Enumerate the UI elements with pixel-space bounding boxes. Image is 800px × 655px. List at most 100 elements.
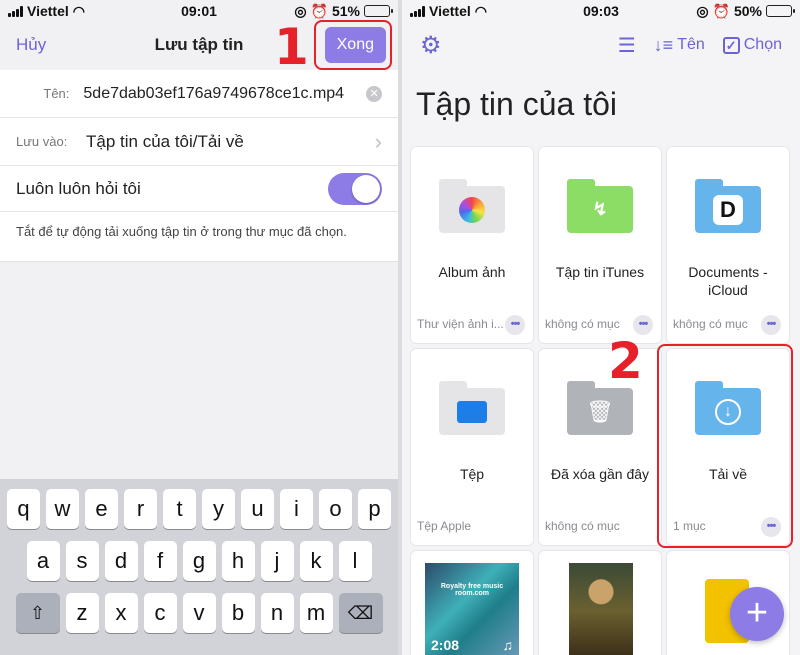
key-y[interactable]: y (202, 489, 235, 529)
key-o[interactable]: o (319, 489, 352, 529)
sort-button[interactable]: ↓≡ Tên (654, 35, 705, 56)
key-k[interactable]: k (299, 541, 333, 581)
more-icon[interactable]: ••• (761, 315, 781, 335)
done-highlight (314, 20, 392, 70)
status-time: 09:01 (181, 3, 217, 19)
file-name-row: Tên: 5de7dab03ef176a9749678ce1c.mp4 ✕ (0, 70, 398, 118)
signal-icon (8, 5, 23, 17)
downloads-highlight (657, 344, 793, 548)
right-screen: Viettel ◠ 09:03 ◎ ⏰ 50% ⚙ ☰ ↓≡ Tên ✓ Chọ… (402, 0, 800, 655)
folder-subtitle: không có mục (545, 317, 620, 331)
key-a[interactable]: a (26, 541, 60, 581)
keyboard: qwertyuiop asdfghjkl ⇧ z x c v b n m ⌫ (0, 479, 398, 655)
photos-flower-icon (459, 196, 485, 223)
usb-icon: ↯ (592, 199, 608, 219)
carrier-label: Viettel (27, 3, 69, 19)
lock-rotation-icon: ◎ (294, 2, 307, 19)
video-thumbnail: Royalty free music room.com 2:08 ♫ (425, 563, 519, 655)
cancel-button[interactable]: Hủy (16, 35, 46, 55)
carrier-label: Viettel (429, 3, 471, 19)
file-video[interactable]: Royalty free music room.com 2:08 ♫ (410, 550, 534, 655)
alarm-icon: ⏰ (712, 2, 730, 19)
key-g[interactable]: g (182, 541, 216, 581)
key-e[interactable]: e (85, 489, 118, 529)
key-h[interactable]: h (221, 541, 255, 581)
key-l[interactable]: l (338, 541, 372, 581)
clear-icon[interactable]: ✕ (366, 85, 382, 102)
folder-subtitle: không có mục (545, 519, 620, 533)
key-p[interactable]: p (358, 489, 391, 529)
key-j[interactable]: j (260, 541, 294, 581)
folder-title: Album ảnh (438, 264, 506, 280)
checkbox-icon: ✓ (722, 36, 740, 54)
folder-recently-deleted[interactable]: 🗑 Đã xóa gần đây không có mục (538, 348, 662, 546)
file-name-input[interactable]: 5de7dab03ef176a9749678ce1c.mp4 (83, 85, 360, 103)
page-title: Tập tin của tôi (416, 86, 617, 122)
select-button[interactable]: ✓ Chọn (722, 36, 782, 54)
lock-rotation-icon: ◎ (696, 2, 709, 19)
step-annotation-2: 2 (608, 332, 643, 390)
key-f[interactable]: f (143, 541, 177, 581)
keyboard-row-2: asdfghjkl (4, 541, 394, 581)
files-app-icon (457, 400, 487, 423)
battery-percent: 50% (733, 3, 762, 19)
always-ask-toggle[interactable] (328, 172, 382, 205)
sort-icon: ↓≡ (653, 34, 674, 55)
add-button[interactable]: + (730, 587, 784, 641)
key-r[interactable]: r (124, 489, 157, 529)
folder-documents-icloud[interactable]: D Documents - iCloud không có mục ••• (666, 146, 790, 344)
folder-album[interactable]: Album ảnh Thư viện ảnh i... ••• (410, 146, 534, 344)
key-w[interactable]: w (46, 489, 79, 529)
alarm-icon: ⏰ (310, 2, 328, 19)
key-m[interactable]: m (299, 593, 333, 633)
key-u[interactable]: u (241, 489, 274, 529)
list-view-icon[interactable]: ☰ (618, 33, 636, 58)
key-d[interactable]: d (104, 541, 138, 581)
folder-itunes[interactable]: ↯ Tập tin iTunes không có mục ••• (538, 146, 662, 344)
step-annotation-1: 1 (274, 18, 309, 76)
save-form: Tên: 5de7dab03ef176a9749678ce1c.mp4 ✕ Lư… (0, 70, 398, 212)
folder-subtitle: Tệp Apple (417, 519, 472, 533)
more-icon[interactable]: ••• (505, 315, 525, 335)
folder-title: Đã xóa gần đây (550, 466, 650, 482)
documents-logo-icon: D (713, 194, 743, 225)
shift-icon[interactable]: ⇧ (15, 593, 60, 633)
files-folder-icon (439, 381, 505, 435)
status-bar: Viettel ◠ 09:03 ◎ ⏰ 50% (402, 0, 800, 22)
save-location-value: Tập tin của tôi/Tải về (86, 131, 244, 151)
folder-title: Tệp (459, 466, 485, 482)
wifi-icon: ◠ (474, 2, 487, 19)
battery-icon (364, 5, 393, 17)
signal-icon (410, 5, 425, 17)
key-s[interactable]: s (65, 541, 99, 581)
toolbar: ⚙ ☰ ↓≡ Tên ✓ Chọn (402, 22, 800, 68)
key-z[interactable]: z (65, 593, 99, 633)
key-v[interactable]: v (182, 593, 216, 633)
gear-icon[interactable]: ⚙ (420, 31, 442, 60)
video-duration: 2:08 (431, 637, 460, 653)
save-location-row[interactable]: Lưu vào: Tập tin của tôi/Tải về › (0, 118, 398, 166)
save-location-label: Lưu vào: (16, 134, 68, 149)
keyboard-row-1: qwertyuiop (4, 489, 394, 529)
folder-subtitle: Thư viện ảnh i... (417, 317, 504, 331)
always-ask-label: Luôn luôn hỏi tôi (16, 178, 141, 198)
itunes-folder-icon: ↯ (567, 179, 633, 233)
always-ask-row: Luôn luôn hỏi tôi (0, 166, 398, 212)
photos-folder-icon (439, 179, 505, 233)
key-c[interactable]: c (143, 593, 177, 633)
documents-folder-icon: D (695, 179, 761, 233)
folder-subtitle: không có mục (673, 317, 748, 331)
key-i[interactable]: i (280, 489, 313, 529)
folder-files[interactable]: Tệp Tệp Apple (410, 348, 534, 546)
key-q[interactable]: q (7, 489, 40, 529)
key-x[interactable]: x (104, 593, 138, 633)
key-n[interactable]: n (260, 593, 294, 633)
wifi-icon: ◠ (72, 2, 85, 19)
backspace-icon[interactable]: ⌫ (338, 593, 383, 633)
trash-icon: 🗑 (586, 398, 614, 424)
key-t[interactable]: t (163, 489, 196, 529)
file-image[interactable] (538, 550, 662, 655)
sort-label: Tên (677, 36, 705, 53)
battery-percent: 51% (331, 3, 360, 19)
key-b[interactable]: b (221, 593, 255, 633)
